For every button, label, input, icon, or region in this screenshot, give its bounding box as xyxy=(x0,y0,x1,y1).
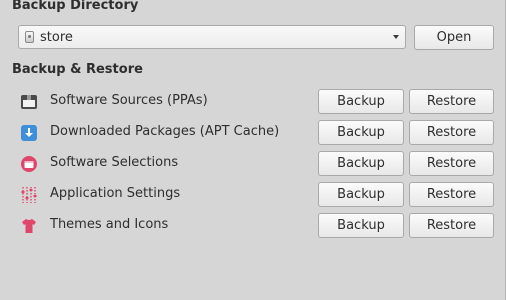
backup-directory-title: Backup Directory xyxy=(12,0,139,13)
row-label: Application Settings xyxy=(50,186,181,201)
backup-row-application-settings: Application Settings Backup Restore xyxy=(0,182,506,207)
backup-button[interactable]: Backup xyxy=(318,120,404,145)
backup-button[interactable]: Backup xyxy=(318,89,404,114)
backup-row-themes-icons: Themes and Icons Backup Restore xyxy=(0,213,506,238)
row-label: Software Selections xyxy=(50,155,179,170)
restore-button[interactable]: Restore xyxy=(409,89,494,114)
backup-directory-value: store xyxy=(40,29,73,45)
chevron-down-icon xyxy=(393,35,399,39)
backup-button[interactable]: Backup xyxy=(318,213,404,238)
drive-icon xyxy=(25,31,34,43)
open-button[interactable]: Open xyxy=(414,25,494,50)
row-label: Themes and Icons xyxy=(50,217,169,232)
backup-button[interactable]: Backup xyxy=(318,151,404,176)
restore-button[interactable]: Restore xyxy=(409,213,494,238)
tshirt-icon xyxy=(22,219,36,233)
row-label: Downloaded Packages (APT Cache) xyxy=(50,124,280,139)
software-center-icon xyxy=(21,156,37,172)
backup-row-software-sources: Software Sources (PPAs) Backup Restore xyxy=(0,89,506,114)
restore-button[interactable]: Restore xyxy=(409,151,494,176)
backup-restore-title: Backup & Restore xyxy=(12,62,143,77)
row-label: Software Sources (PPAs) xyxy=(50,93,208,108)
backup-directory-combo[interactable]: store xyxy=(18,25,406,49)
download-icon xyxy=(21,125,37,141)
backup-row-software-selections: Software Selections Backup Restore xyxy=(0,151,506,176)
restore-button[interactable]: Restore xyxy=(409,120,494,145)
restore-button[interactable]: Restore xyxy=(409,182,494,207)
backup-row-downloaded-packages: Downloaded Packages (APT Cache) Backup R… xyxy=(0,120,506,145)
backup-button[interactable]: Backup xyxy=(318,182,404,207)
settings-sliders-icon xyxy=(21,187,37,203)
package-icon xyxy=(21,95,37,109)
